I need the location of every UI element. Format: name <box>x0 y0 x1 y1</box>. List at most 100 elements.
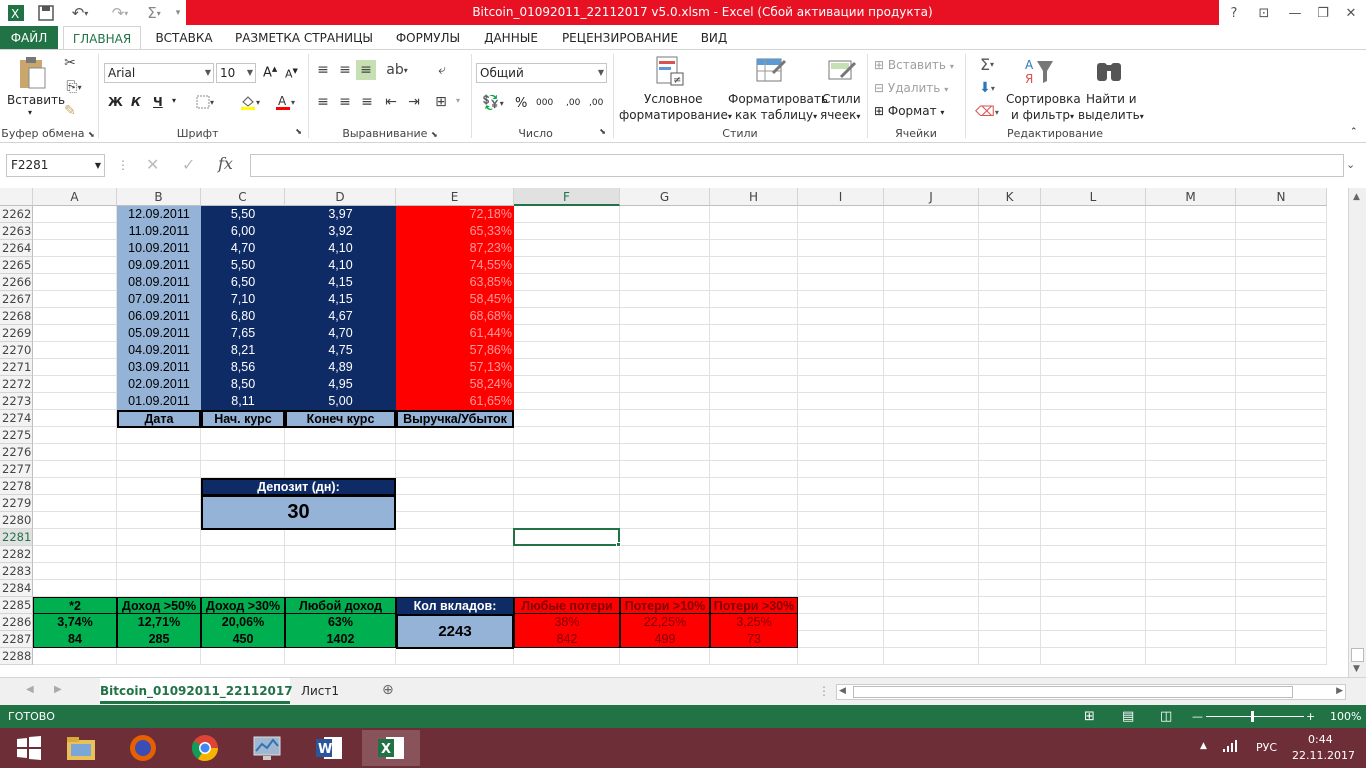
underline-button[interactable]: Ч <box>153 95 163 109</box>
row-header[interactable]: 2279 <box>0 495 33 512</box>
column-header-n[interactable]: N <box>1236 188 1327 206</box>
taskbar-word-icon[interactable]: W <box>300 730 358 766</box>
row-header[interactable]: 2277 <box>0 461 33 478</box>
start-rate-cell[interactable]: 5,50 <box>201 206 285 223</box>
start-rate-cell[interactable]: 5,50 <box>201 257 285 274</box>
page-break-view-icon[interactable]: ◫ <box>1160 705 1172 728</box>
taskbar-chrome-icon[interactable] <box>176 730 234 766</box>
income-count-cell[interactable]: 450 <box>201 631 285 648</box>
row-header[interactable]: 2264 <box>0 240 33 257</box>
row-header[interactable]: 2271 <box>0 359 33 376</box>
column-header-i[interactable]: I <box>798 188 884 206</box>
align-right-icon[interactable]: ≡ <box>358 94 376 110</box>
column-header-j[interactable]: J <box>884 188 979 206</box>
start-rate-cell[interactable]: 8,11 <box>201 393 285 410</box>
row-header[interactable]: 2288 <box>0 648 33 665</box>
font-name-select[interactable]: Arial ▼ <box>104 63 214 83</box>
column-header-h[interactable]: H <box>710 188 798 206</box>
income-percent-cell[interactable]: 63% <box>285 614 396 631</box>
bold-button[interactable]: Ж <box>108 95 123 109</box>
column-header-b[interactable]: B <box>117 188 201 206</box>
format-painter-icon[interactable]: ✎ <box>60 102 80 120</box>
tray-overflow-icon[interactable]: ▲ <box>1200 741 1207 751</box>
pnl-cell[interactable]: 72,18% <box>396 206 514 223</box>
scroll-down-icon[interactable]: ▼ <box>1353 664 1360 674</box>
taskbar-explorer-icon[interactable] <box>52 730 110 766</box>
date-cell[interactable]: 11.09.2011 <box>117 223 201 240</box>
income-percent-cell[interactable]: 20,06% <box>201 614 285 631</box>
pnl-cell[interactable]: 57,86% <box>396 342 514 359</box>
loss-count-cell[interactable]: 499 <box>620 631 710 648</box>
add-sheet-icon[interactable]: ⊕ <box>382 682 394 698</box>
insert-cells-button[interactable]: ⊞ Вставить ▾ <box>874 58 954 72</box>
decrease-decimal-button[interactable]: ,00 <box>589 98 603 108</box>
cell-styles-button[interactable]: Стили <box>822 92 861 106</box>
help-button[interactable]: ? <box>1222 0 1246 26</box>
clock-date[interactable]: 22.11.2017 <box>1292 749 1355 762</box>
sheet-tab-bitcoin[interactable]: Bitcoin_01092011_22112017 <box>100 678 293 704</box>
conditional-format-icon[interactable]: ≠ <box>654 54 686 88</box>
select-all-corner[interactable] <box>0 188 33 206</box>
loss-header-cell[interactable]: Потери >10% <box>620 597 710 614</box>
network-icon[interactable] <box>1222 739 1238 756</box>
pnl-cell[interactable]: 68,68% <box>396 308 514 325</box>
income-header-cell[interactable]: Любой доход <box>285 597 396 614</box>
wrap-text-icon[interactable]: ⤶ <box>432 62 452 78</box>
fill-handle[interactable] <box>616 542 621 547</box>
autosum-ribbon-icon[interactable]: Σ ▾ <box>972 54 1002 74</box>
insert-function-button[interactable]: fx <box>218 154 233 173</box>
align-bottom-icon[interactable]: ≡ <box>356 60 376 80</box>
start-rate-cell[interactable]: 6,00 <box>201 223 285 240</box>
number-format-select[interactable]: Общий ▼ <box>476 63 607 83</box>
end-rate-cell[interactable]: 4,89 <box>285 359 396 376</box>
row-header[interactable]: 2278 <box>0 478 33 495</box>
zoom-in-icon[interactable]: + <box>1306 705 1315 728</box>
pnl-cell[interactable]: 74,55% <box>396 257 514 274</box>
sort-filter-button[interactable]: Сортировка <box>1006 92 1081 106</box>
start-rate-cell[interactable]: 6,50 <box>201 274 285 291</box>
tab-formulas[interactable]: ФОРМУЛЫ <box>388 26 468 50</box>
align-middle-icon[interactable]: ≡ <box>336 62 354 78</box>
tab-review[interactable]: РЕЦЕНЗИРОВАНИЕ <box>555 26 685 50</box>
row-header[interactable]: 2281 <box>0 529 33 546</box>
loss-percent-cell[interactable]: 3,25% <box>710 614 798 631</box>
percent-button[interactable]: % <box>515 96 527 111</box>
row-header[interactable]: 2283 <box>0 563 33 580</box>
next-sheet-icon[interactable]: ▶ <box>54 684 62 695</box>
merge-dropdown-icon[interactable]: ▾ <box>456 96 460 105</box>
row-header[interactable]: 2265 <box>0 257 33 274</box>
column-header-l[interactable]: L <box>1041 188 1146 206</box>
end-rate-cell[interactable]: 4,10 <box>285 257 396 274</box>
header-cell-date[interactable]: Дата <box>117 410 201 428</box>
date-cell[interactable]: 05.09.2011 <box>117 325 201 342</box>
date-cell[interactable]: 07.09.2011 <box>117 291 201 308</box>
row-header[interactable]: 2285 <box>0 597 33 614</box>
end-rate-cell[interactable]: 4,67 <box>285 308 396 325</box>
orientation-icon[interactable]: ab ▾ <box>384 62 410 78</box>
paste-button[interactable]: Вставить <box>7 93 65 107</box>
row-header[interactable]: 2267 <box>0 291 33 308</box>
start-rate-cell[interactable]: 4,70 <box>201 240 285 257</box>
taskbar-firefox-icon[interactable] <box>114 730 172 766</box>
count-value[interactable]: 2243 <box>396 614 514 649</box>
save-icon[interactable] <box>34 0 58 26</box>
loss-percent-cell[interactable]: 22,25% <box>620 614 710 631</box>
date-cell[interactable]: 10.09.2011 <box>117 240 201 257</box>
clear-icon[interactable]: ⌫ ▾ <box>972 102 1002 122</box>
tab-page-layout[interactable]: РАЗМЕТКА СТРАНИЦЫ <box>228 26 380 50</box>
header-cell-start[interactable]: Нач. курс <box>201 410 285 428</box>
loss-header-cell[interactable]: Любые потери <box>514 597 620 614</box>
conditional-format-button-line2[interactable]: форматирование▾ <box>619 108 732 122</box>
cell-styles-button-line2[interactable]: ячеек▾ <box>820 108 860 122</box>
start-rate-cell[interactable]: 7,65 <box>201 325 285 342</box>
pnl-cell[interactable]: 58,45% <box>396 291 514 308</box>
row-header[interactable]: 2262 <box>0 206 33 223</box>
date-cell[interactable]: 01.09.2011 <box>117 393 201 410</box>
font-color-icon[interactable]: A ▾ <box>270 93 300 111</box>
end-rate-cell[interactable]: 4,75 <box>285 342 396 359</box>
underline-dropdown-icon[interactable]: ▾ <box>172 96 176 105</box>
name-box[interactable]: F2281 ▼ <box>6 154 105 177</box>
taskbar-monitor-icon[interactable] <box>238 730 296 766</box>
zoom-level[interactable]: 100% <box>1330 705 1361 728</box>
deposit-value[interactable]: 30 <box>201 495 396 530</box>
